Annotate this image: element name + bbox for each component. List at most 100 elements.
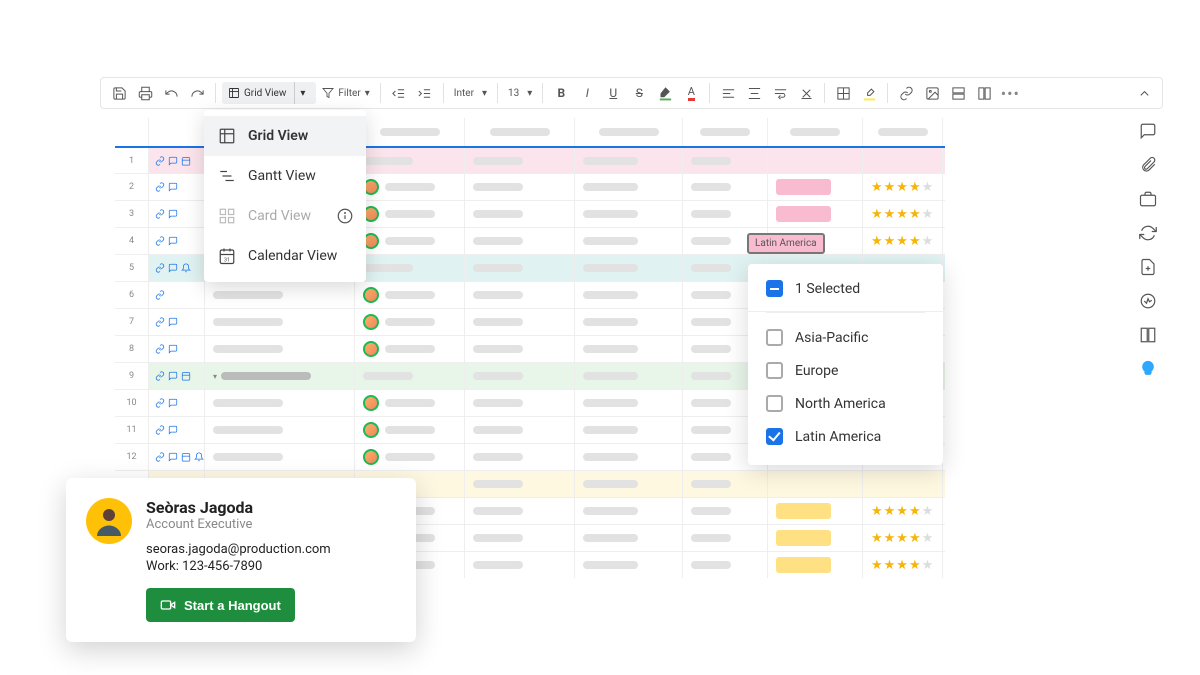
row-number: 12	[115, 444, 149, 470]
save-icon[interactable]	[107, 81, 131, 105]
region-option-latin-america[interactable]: Latin America	[748, 420, 943, 453]
file-plus-icon[interactable]	[1139, 258, 1157, 276]
row-icons[interactable]	[149, 148, 205, 173]
font-family-select[interactable]: Inter▾	[450, 88, 491, 99]
more-icon[interactable]: •••	[998, 81, 1022, 105]
briefcase-icon[interactable]	[1139, 190, 1157, 208]
view-option-grid[interactable]: Grid View	[204, 116, 366, 156]
align-vertical-icon[interactable]	[742, 81, 766, 105]
row-icons[interactable]	[149, 336, 205, 362]
row-icons[interactable]	[149, 201, 205, 227]
region-selected-count: 1 Selected	[748, 280, 943, 312]
lightbulb-icon[interactable]	[1139, 360, 1157, 378]
row-icons[interactable]	[149, 390, 205, 416]
link-icon[interactable]	[894, 81, 918, 105]
font-size-select[interactable]: 13▾	[504, 88, 536, 99]
filter-label: Filter	[338, 88, 360, 99]
svg-text:31: 31	[224, 257, 230, 263]
checkbox-icon	[766, 362, 783, 379]
italic-icon[interactable]: I	[575, 81, 599, 105]
highlight-icon[interactable]	[857, 81, 881, 105]
print-icon[interactable]	[133, 81, 157, 105]
filter-button[interactable]: Filter ▾	[318, 87, 373, 99]
row-number: 10	[115, 390, 149, 416]
undo-icon[interactable]	[159, 81, 183, 105]
rating-stars	[863, 148, 943, 173]
comment-icon[interactable]	[1139, 122, 1157, 140]
view-selector-button[interactable]: Grid View ▾	[222, 82, 316, 104]
chevron-down-icon: ▾	[482, 88, 487, 99]
borders-icon[interactable]	[831, 81, 855, 105]
row-number: 11	[115, 417, 149, 443]
view-option-card[interactable]: Card View	[204, 196, 366, 236]
rating-stars: ★★★★★	[863, 174, 943, 200]
view-option-calendar[interactable]: 31 Calendar View	[204, 236, 366, 276]
avatar[interactable]	[363, 341, 379, 357]
text-color-icon[interactable]: A	[679, 81, 703, 105]
avatar[interactable]	[363, 287, 379, 303]
separator	[824, 83, 825, 103]
row-number: 6	[115, 282, 149, 308]
row-icons[interactable]	[149, 228, 205, 254]
insert-row-icon[interactable]	[946, 81, 970, 105]
row-number: 1	[115, 148, 149, 173]
row-number: 3	[115, 201, 149, 227]
underline-icon[interactable]: U	[601, 81, 625, 105]
row-number: 7	[115, 309, 149, 335]
region-tag[interactable]	[776, 557, 831, 573]
attachment-icon[interactable]	[1139, 156, 1157, 174]
row-icons[interactable]	[149, 417, 205, 443]
row-icons[interactable]	[149, 282, 205, 308]
region-option-north-america[interactable]: North America	[748, 387, 943, 420]
avatar[interactable]	[363, 422, 379, 438]
merge-icon[interactable]	[972, 81, 996, 105]
contact-email: seoras.jagoda@production.com	[146, 542, 331, 557]
row-icons[interactable]	[149, 363, 205, 389]
rating-stars: ★★★★★	[863, 201, 943, 227]
fill-color-icon[interactable]	[653, 81, 677, 105]
contact-title: Account Executive	[146, 517, 331, 532]
refresh-icon[interactable]	[1139, 224, 1157, 242]
row-icons[interactable]	[149, 309, 205, 335]
chevron-down-icon: ▾	[527, 88, 532, 99]
row-icons[interactable]	[149, 174, 205, 200]
wrap-text-icon[interactable]	[768, 81, 792, 105]
start-hangout-button[interactable]: Start a Hangout	[146, 588, 295, 622]
separator	[443, 83, 444, 103]
separator	[887, 83, 888, 103]
view-option-gantt[interactable]: Gantt View	[204, 156, 366, 196]
columns-icon[interactable]	[1139, 326, 1157, 344]
row-icons[interactable]	[149, 255, 205, 281]
rating-stars: ★★★★★	[863, 228, 943, 254]
region-tag[interactable]	[776, 503, 831, 519]
collapse-toolbar-icon[interactable]	[1132, 81, 1156, 105]
row-number: 9	[115, 363, 149, 389]
avatar[interactable]	[363, 395, 379, 411]
row-number: 4	[115, 228, 149, 254]
checkbox-indeterminate-icon[interactable]	[766, 280, 783, 297]
view-dropdown: Grid View Gantt View Card View 31 Calend…	[204, 110, 366, 282]
outdent-icon[interactable]	[387, 81, 411, 105]
region-tag[interactable]	[776, 206, 831, 222]
row-icons[interactable]	[149, 444, 205, 470]
avatar[interactable]	[363, 314, 379, 330]
toolbar: Grid View ▾ Filter ▾ Inter▾ 13▾ B I U S …	[100, 77, 1163, 109]
separator	[497, 83, 498, 103]
redo-icon[interactable]	[185, 81, 209, 105]
selected-cell-region-tag[interactable]: Latin America	[747, 233, 825, 254]
region-option-asia-pacific[interactable]: Asia-Pacific	[748, 321, 943, 354]
indent-icon[interactable]	[413, 81, 437, 105]
separator	[709, 83, 710, 103]
info-icon	[336, 207, 354, 225]
strikethrough-icon[interactable]: S	[627, 81, 651, 105]
region-filter-dropdown: 1 Selected Asia-Pacific Europe North Ame…	[748, 264, 943, 465]
region-option-europe[interactable]: Europe	[748, 354, 943, 387]
clear-format-icon[interactable]	[794, 81, 818, 105]
align-left-icon[interactable]	[716, 81, 740, 105]
region-tag[interactable]	[776, 530, 831, 546]
activity-icon[interactable]	[1139, 292, 1157, 310]
region-tag[interactable]	[776, 179, 831, 195]
bold-icon[interactable]: B	[549, 81, 573, 105]
image-icon[interactable]	[920, 81, 944, 105]
avatar[interactable]	[363, 449, 379, 465]
